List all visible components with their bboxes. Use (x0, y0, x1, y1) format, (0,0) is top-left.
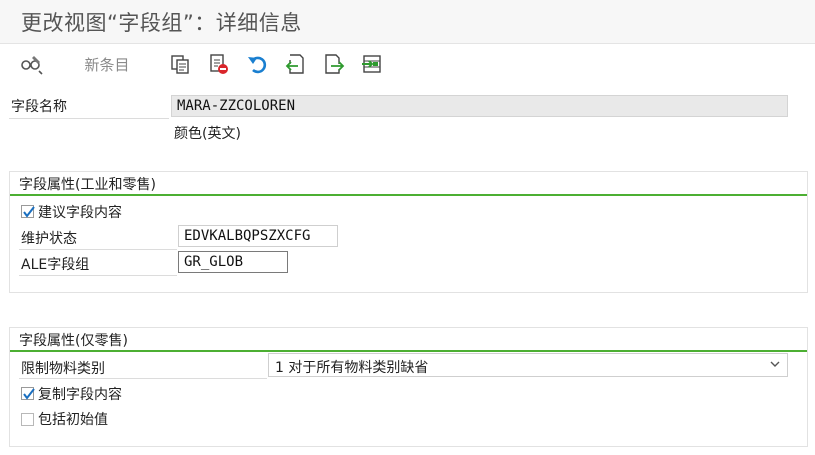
group-header: 字段属性(仅零售) (10, 328, 807, 352)
previous-entry-icon[interactable] (282, 52, 308, 76)
copy-icon[interactable] (167, 52, 193, 76)
select-all-icon[interactable] (359, 52, 385, 76)
copy-content-label: 复制字段内容 (38, 387, 122, 403)
toolbar: 新条目 (0, 44, 815, 84)
window-title: 更改视图“字段组”：详细信息 (21, 11, 302, 35)
ale-field-group-input[interactable]: GR_GLOB (178, 251, 288, 273)
copy-content-checkbox[interactable] (21, 387, 35, 400)
propose-content-checkbox[interactable] (21, 205, 35, 218)
divider (19, 378, 267, 379)
restrict-material-type-label: 限制物料类别 (21, 361, 105, 377)
include-initial-label: 包括初始值 (38, 412, 108, 428)
group-header: 字段属性(工业和零售) (10, 172, 807, 196)
field-description: 颜色(英文) (174, 126, 241, 142)
undo-icon[interactable] (244, 52, 270, 76)
ale-field-group-label: ALE字段组 (21, 257, 90, 273)
glasses-edit-icon[interactable] (18, 52, 46, 76)
group-title: 字段属性(工业和零售) (19, 177, 156, 193)
maintenance-status-label: 维护状态 (21, 231, 77, 247)
chevron-down-icon (769, 358, 781, 374)
group-title: 字段属性(仅零售) (19, 333, 128, 349)
include-initial-checkbox[interactable] (21, 413, 34, 426)
divider (19, 275, 177, 276)
divider (9, 118, 169, 119)
divider (19, 249, 177, 250)
maintenance-status-input[interactable]: EDVKALBQPSZXCFG (178, 225, 338, 247)
group-retail-only: 字段属性(仅零售) (9, 327, 808, 447)
select-value: 1 对于所有物料类别缺省 (275, 360, 429, 376)
propose-content-label: 建议字段内容 (38, 205, 122, 221)
delete-icon[interactable] (205, 52, 231, 76)
field-name-input: MARA-ZZCOLOREN (171, 95, 788, 117)
new-entries-button[interactable]: 新条目 (78, 52, 136, 76)
next-entry-icon[interactable] (321, 52, 347, 76)
restrict-material-type-select[interactable]: 1 对于所有物料类别缺省 (268, 353, 788, 377)
field-name-label: 字段名称 (11, 99, 67, 115)
title-bar: 更改视图“字段组”：详细信息 (0, 0, 815, 44)
